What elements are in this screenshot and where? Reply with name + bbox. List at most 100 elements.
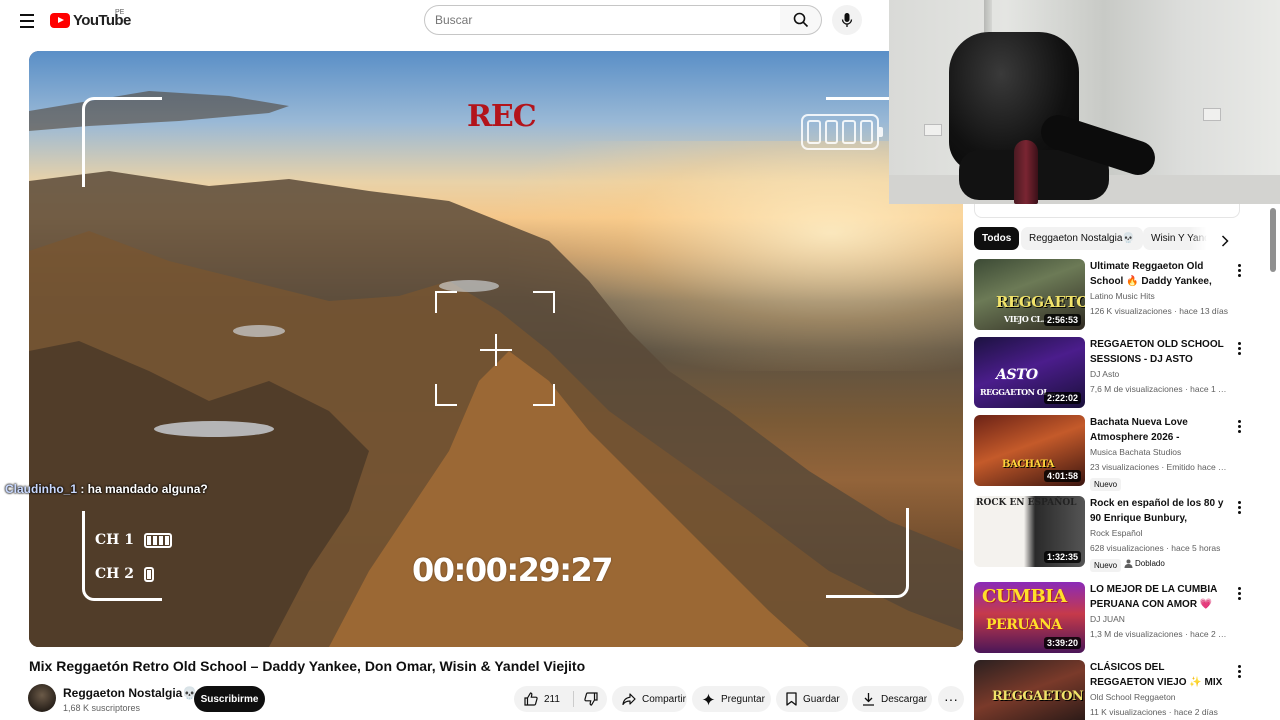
duration-badge: 1:32:35 [1043, 551, 1081, 563]
chip-todos[interactable]: Todos [974, 227, 1020, 250]
related-video-channel[interactable]: Rock Español [1090, 528, 1142, 538]
share-button[interactable]: Compartir [612, 686, 687, 712]
save-button[interactable]: Guardar [776, 686, 848, 712]
audio-level-icon [144, 532, 172, 548]
youtube-play-icon [50, 13, 70, 28]
focus-bracket-bl [435, 384, 457, 406]
more-horizontal-icon: ··· [944, 691, 958, 707]
timecode: 00:00:29:27 [412, 551, 614, 589]
related-video[interactable]: BACHATA 4:01:58 Bachata Nueva Love Atmos… [974, 415, 1250, 491]
related-video-title[interactable]: REGGAETON OLD SCHOOL SESSIONS - DJ ASTO [1090, 337, 1225, 367]
voice-search-button[interactable] [832, 5, 862, 35]
like-count: 211 [544, 693, 560, 705]
channel-avatar[interactable] [28, 684, 56, 712]
ask-button[interactable]: Preguntar [692, 686, 771, 712]
chat-username: Claudinho_1 [5, 482, 78, 496]
duration-badge: 3:39:20 [1043, 637, 1081, 649]
more-actions-button[interactable]: ··· [938, 686, 964, 712]
search-button[interactable] [780, 5, 822, 35]
new-badge: Nuevo [1090, 478, 1122, 491]
audio-level-icon [144, 566, 154, 582]
related-video[interactable]: ROCK EN ESPAÑOL 1:32:35 Rock en español … [974, 496, 1250, 572]
battery-icon [801, 114, 883, 150]
viewfinder-corner-tl [82, 97, 162, 187]
related-video-meta: 628 visualizaciones · hace 5 horas [1090, 543, 1221, 553]
like-dislike-group: 211 [514, 686, 607, 712]
search-input[interactable] [435, 13, 780, 27]
thumbnail-text: REGGAETON [992, 689, 1084, 704]
thumbnail-text: ASTO [996, 367, 1038, 383]
more-vertical-icon[interactable] [1232, 662, 1246, 680]
related-video-title[interactable]: Rock en español de los 80 y 90 Enrique B… [1090, 496, 1225, 526]
focus-bracket-tr [533, 291, 555, 313]
related-video-channel[interactable]: Musica Bachata Studios [1090, 447, 1181, 457]
related-video-channel[interactable]: DJ Asto [1090, 369, 1119, 379]
video-thumbnail[interactable]: REGGAETON VIEJO CL... 2:56:53 [974, 259, 1085, 330]
download-button[interactable]: Descargar [852, 686, 932, 712]
channel-2-indicator: CH 2 [95, 566, 154, 582]
share-icon [622, 693, 636, 705]
related-video[interactable]: REGGAETON VIEJO CL... 2:56:53 Ultimate R… [974, 259, 1250, 331]
wall-outlet [1203, 108, 1221, 121]
video-thumbnail[interactable]: CUMBIA PERUANA 3:39:20 [974, 582, 1085, 653]
related-video[interactable]: ASTO REGGAETON OL... 2:22:02 REGGAETON O… [974, 337, 1250, 409]
sparkle-icon [702, 693, 715, 705]
crosshair-icon-vertical [495, 334, 497, 366]
related-video-title[interactable]: Ultimate Reggaeton Old School 🔥 Daddy Ya… [1090, 259, 1225, 289]
related-video-meta: 1,3 M de visualizaciones · hace 2 años [1090, 629, 1230, 639]
thumbs-down-icon [584, 692, 598, 706]
dislike-button[interactable] [576, 686, 606, 712]
search-box [424, 5, 781, 35]
related-video-title[interactable]: CLÁSICOS DEL REGGAETON VIEJO ✨ MIX ANTIG… [1090, 660, 1225, 690]
video-thumbnail[interactable]: REGGAETON [974, 660, 1085, 720]
divider [573, 691, 574, 707]
region-code: PE [115, 9, 125, 16]
chip-reggaeton-nostalgia[interactable]: Reggaeton Nostalgia💀 [1021, 227, 1143, 250]
video-thumbnail[interactable]: BACHATA 4:01:58 [974, 415, 1085, 486]
channel-name[interactable]: Reggaeton Nostalgia💀 [63, 686, 197, 700]
thumbnail-text: REGGAETON [996, 293, 1085, 311]
duration-badge: 2:56:53 [1043, 314, 1081, 326]
channel-label: CH 1 [95, 532, 134, 548]
related-video[interactable]: CUMBIA PERUANA 3:39:20 LO MEJOR DE LA CU… [974, 582, 1250, 654]
related-video-title[interactable]: LO MEJOR DE LA CUMBIA PERUANA CON AMOR 💗… [1090, 582, 1225, 612]
youtube-watch-page: YouTube PE REC [0, 0, 1280, 720]
sidebar-panel-edge [974, 204, 1240, 218]
viewfinder-corner-br [826, 508, 909, 598]
more-vertical-icon[interactable] [1232, 584, 1246, 602]
chevron-right-icon [1221, 235, 1229, 247]
more-vertical-icon[interactable] [1232, 261, 1246, 279]
viewfinder-corner-bl [82, 511, 162, 601]
scrollbar-thumb[interactable] [1270, 208, 1276, 272]
video-player[interactable]: REC CH 1 CH 2 00:00:29:27 [29, 51, 963, 647]
more-vertical-icon[interactable] [1232, 339, 1246, 357]
video-thumbnail[interactable]: ASTO REGGAETON OL... 2:22:02 [974, 337, 1085, 408]
wall-outlet [924, 124, 942, 136]
focus-bracket-tl [435, 291, 457, 313]
chip-next-button[interactable] [1214, 230, 1236, 252]
video-thumbnail[interactable]: ROCK EN ESPAÑOL 1:32:35 [974, 496, 1085, 567]
duration-badge: 4:01:58 [1043, 470, 1081, 482]
related-video-channel[interactable]: Old School Reggaeton [1090, 692, 1176, 702]
channel-1-indicator: CH 1 [95, 532, 172, 548]
menu-icon[interactable] [16, 10, 38, 32]
thumbnail-text: BACHATA [1002, 459, 1054, 470]
related-video-meta: 126 K visualizaciones · hace 13 días [1090, 306, 1228, 316]
save-label: Guardar [803, 693, 840, 705]
related-video-title[interactable]: Bachata Nueva Love Atmosphere 2026 - Can… [1090, 415, 1225, 445]
related-video-channel[interactable]: Latino Music Hits [1090, 291, 1155, 301]
focus-bracket-br [533, 384, 555, 406]
sidebar-scrollbar[interactable] [1268, 204, 1278, 720]
channel-label: CH 2 [95, 566, 134, 582]
related-video[interactable]: REGGAETON CLÁSICOS DEL REGGAETON VIEJO ✨… [974, 660, 1250, 720]
dubbed-badge: Doblado [1120, 557, 1169, 570]
subscribe-button[interactable]: Suscribirme [194, 686, 265, 712]
related-video-channel[interactable]: DJ JUAN [1090, 614, 1125, 624]
thumbnail-text: ROCK EN ESPAÑOL [976, 498, 1077, 508]
video-title: Mix Reggaetón Retro Old School – Daddy Y… [29, 658, 586, 674]
like-button[interactable]: 211 [514, 686, 570, 712]
more-vertical-icon[interactable] [1232, 417, 1246, 435]
more-vertical-icon[interactable] [1232, 498, 1246, 516]
bookmark-icon [786, 692, 797, 706]
person-icon [1124, 559, 1133, 568]
